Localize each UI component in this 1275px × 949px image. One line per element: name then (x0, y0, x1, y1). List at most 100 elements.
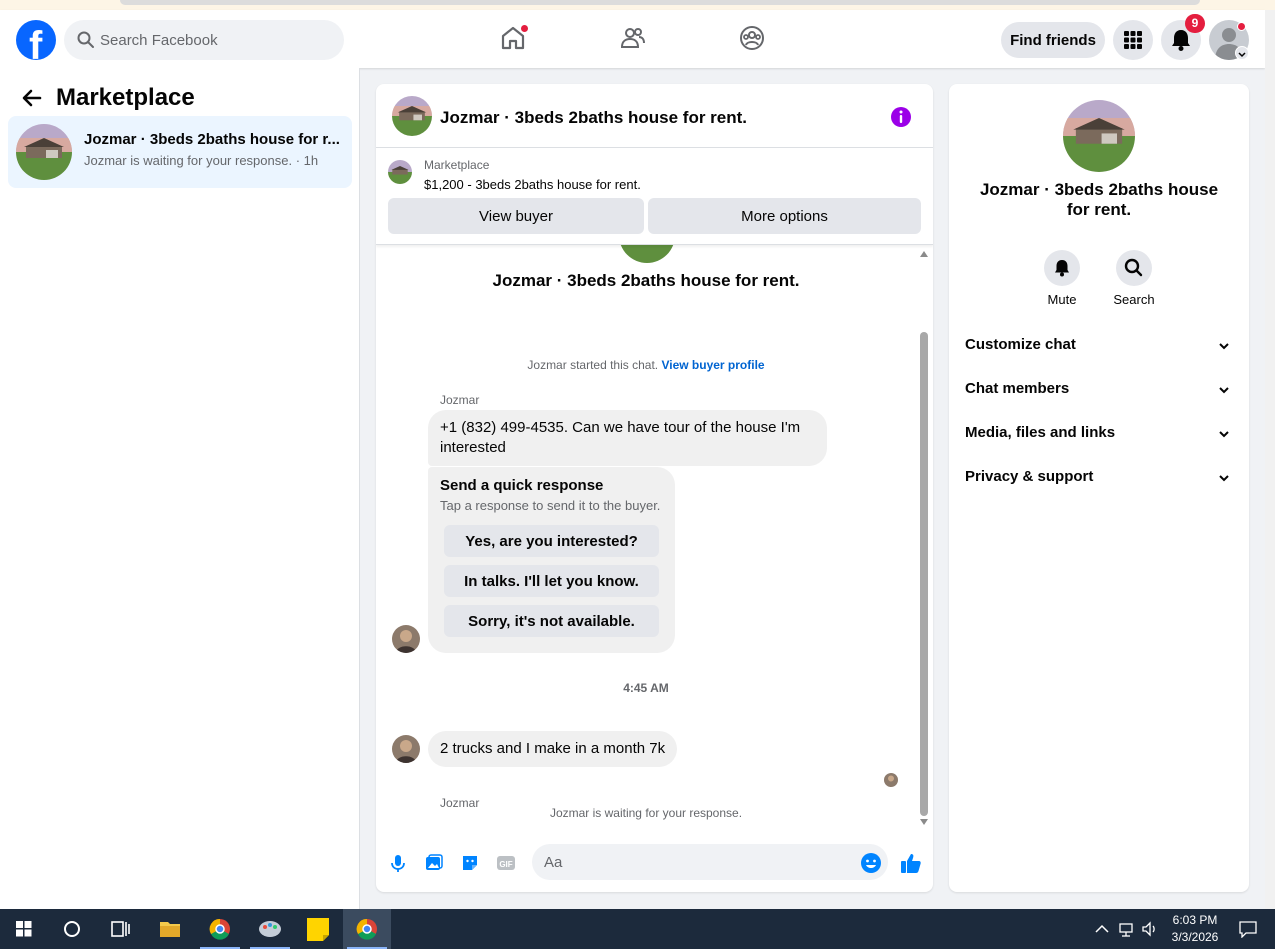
chat-started-notice: Jozmar started this chat. View buyer pro… (376, 358, 916, 372)
profile-notification-dot (1237, 22, 1246, 31)
cortana-button[interactable] (48, 909, 96, 949)
chevron-down-icon (1219, 387, 1229, 394)
file-explorer-button[interactable] (146, 909, 194, 949)
listing-banner: Marketplace $1,200 - 3beds 2baths house … (376, 149, 933, 245)
sidebar-header: Marketplace (20, 84, 195, 112)
search-box[interactable] (64, 20, 344, 60)
grid-menu-icon (1124, 31, 1142, 49)
facebook-logo-icon[interactable]: f (16, 20, 56, 60)
section-privacy-support[interactable]: Privacy & support (965, 462, 1233, 494)
home-notification-dot (520, 24, 529, 33)
folder-icon (160, 922, 180, 937)
mute-button[interactable]: Mute (1032, 250, 1092, 307)
chat-header: Jozmar · 3beds 2baths house for rent. (376, 84, 933, 148)
friends-icon[interactable] (619, 24, 647, 52)
paint-palette-icon (259, 921, 281, 937)
view-buyer-button[interactable]: View buyer (388, 198, 644, 234)
info-title: Jozmar · 3beds 2baths house for rent. (979, 180, 1219, 219)
scroll-down-arrow[interactable] (920, 819, 928, 825)
chevron-down-icon (1219, 475, 1229, 482)
top-navigation-bar: f Find friends 9 (0, 10, 1265, 68)
paint-taskbar-button[interactable] (246, 909, 294, 949)
quick-response-option[interactable]: Yes, are you interested? (444, 525, 659, 557)
clock-date: 3/3/2026 (1171, 930, 1219, 944)
thumbs-up-icon[interactable] (899, 851, 923, 875)
section-media-files-links[interactable]: Media, files and links (965, 418, 1233, 450)
notification-center-icon[interactable] (1238, 920, 1258, 938)
gif-icon[interactable]: GIF (496, 853, 516, 873)
volume-icon[interactable] (1141, 921, 1159, 937)
search-label: Search (1113, 292, 1155, 307)
chrome-icon (356, 918, 377, 940)
message-composer: GIF (376, 838, 933, 888)
chevron-down-icon[interactable] (1235, 46, 1249, 60)
thread-scrollbar[interactable] (916, 245, 933, 830)
conversation-subtitle: Jozmar is waiting for your response. · 1… (84, 153, 319, 168)
buyer-avatar[interactable] (392, 735, 420, 763)
task-view-button[interactable] (96, 909, 144, 949)
back-arrow-icon[interactable] (20, 86, 44, 110)
listing-price[interactable]: $1,200 - 3beds 2baths house for rent. (424, 177, 641, 192)
section-label: Privacy & support (965, 468, 1094, 485)
quick-response-option[interactable]: In talks. I'll let you know. (444, 565, 659, 597)
chevron-up-icon[interactable] (1094, 923, 1110, 935)
chrome-icon (209, 918, 230, 940)
sticker-icon[interactable] (460, 853, 480, 873)
sticky-notes-button[interactable] (294, 909, 342, 949)
start-button[interactable] (0, 909, 48, 949)
microphone-icon[interactable] (388, 853, 408, 873)
quick-response-option[interactable]: Sorry, it's not available. (444, 605, 659, 637)
page-scrollbar[interactable] (1265, 10, 1275, 909)
find-friends-button[interactable]: Find friends (1001, 22, 1105, 58)
chrome-active-taskbar-button[interactable] (343, 909, 391, 949)
menu-button[interactable] (1113, 20, 1153, 60)
seen-by-avatar (884, 773, 898, 787)
info-icon[interactable] (890, 106, 912, 128)
emoji-icon[interactable] (860, 852, 882, 874)
more-options-button[interactable]: More options (648, 198, 921, 234)
scroll-up-arrow[interactable] (920, 251, 928, 257)
message-sender: Jozmar (440, 393, 480, 407)
house-listing-thumbnail (16, 124, 72, 180)
conversation-title: Jozmar · 3beds 2baths house for r... (84, 131, 340, 148)
chevron-down-icon (1219, 343, 1229, 350)
conversation-list-item[interactable]: Jozmar · 3beds 2baths house for r... Joz… (8, 116, 352, 188)
chat-header-avatar[interactable] (392, 96, 432, 136)
section-label: Customize chat (965, 336, 1076, 353)
photo-icon[interactable] (424, 853, 444, 873)
waiting-notice: Jozmar is waiting for your response. (549, 806, 743, 820)
sticky-note-icon (307, 918, 329, 941)
message-thread: Jozmar · 3beds 2baths house for rent. Jo… (376, 245, 933, 830)
section-customize-chat[interactable]: Customize chat (965, 330, 1233, 362)
message-timestamp: 4:45 AM (623, 681, 669, 695)
message-bubble[interactable]: +1 (832) 499-4535. Can we have tour of t… (428, 410, 827, 466)
section-chat-members[interactable]: Chat members (965, 374, 1233, 406)
browser-tab-edge (120, 0, 1200, 5)
windows-taskbar: 6:03 PM 3/3/2026 (0, 909, 1275, 949)
chat-header-title[interactable]: Jozmar · 3beds 2baths house for rent. (440, 108, 747, 128)
chat-started-text: Jozmar started this chat. (527, 358, 659, 372)
listing-thumbnail[interactable] (388, 160, 412, 184)
search-icon (1124, 258, 1143, 277)
search-input[interactable] (100, 20, 330, 60)
listing-avatar-large (619, 245, 675, 263)
chat-info-panel: Jozmar · 3beds 2baths house for rent. Mu… (949, 84, 1249, 892)
quick-response-title: Send a quick response (440, 477, 604, 494)
network-icon[interactable] (1117, 921, 1137, 937)
page-title: Marketplace (56, 84, 195, 111)
search-circle-icon (64, 921, 80, 937)
system-clock[interactable]: 6:03 PM 3/3/2026 (1160, 912, 1230, 946)
buyer-avatar[interactable] (392, 625, 420, 653)
clock-time: 6:03 PM (1172, 913, 1218, 927)
chrome-taskbar-button[interactable] (196, 909, 244, 949)
quick-response-subtitle: Tap a response to send it to the buyer. (440, 498, 661, 513)
scrollbar-thumb[interactable] (920, 332, 928, 816)
info-listing-avatar[interactable] (1063, 100, 1135, 172)
view-buyer-profile-link[interactable]: View buyer profile (661, 358, 764, 372)
search-conversation-button[interactable]: Search (1104, 250, 1164, 307)
groups-icon[interactable] (738, 24, 766, 52)
search-icon (77, 31, 94, 48)
marketplace-sidebar: Marketplace Jozmar · 3beds 2baths house … (0, 68, 360, 909)
message-bubble[interactable]: 2 trucks and I make in a month 7k (428, 731, 678, 767)
message-input[interactable] (532, 844, 888, 880)
